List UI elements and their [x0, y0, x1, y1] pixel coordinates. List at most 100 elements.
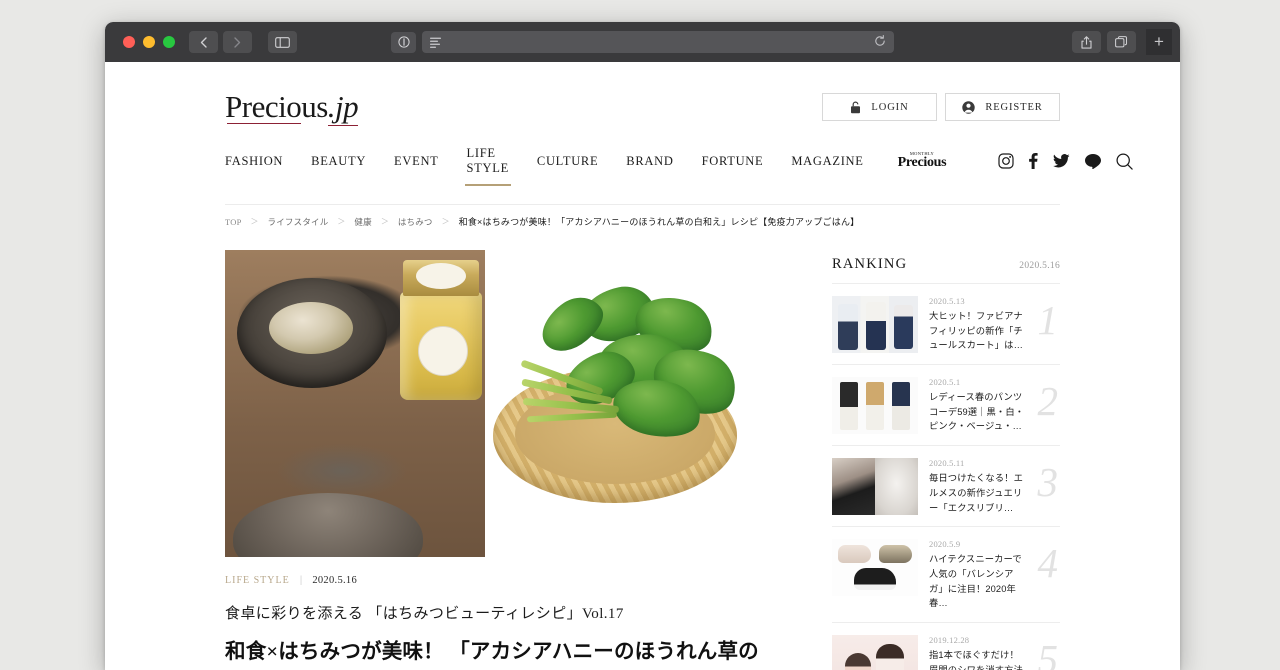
ranking-item-date: 2020.5.9	[929, 539, 961, 550]
ranking-number: 1	[1037, 297, 1059, 343]
site-container: Precious.jp LOGIN REGISTER FASHION BEAUT…	[225, 62, 1134, 670]
list-item[interactable]: 2020.5.13 大ヒット！ファビアナフィリッピの新作「チュールスカート」は……	[832, 283, 1060, 364]
ranking-header: RANKING 2020.5.16	[832, 250, 1060, 273]
ranking-date: 2020.5.16	[1019, 261, 1060, 271]
nav-item-brand[interactable]: BRAND	[612, 144, 687, 178]
ranking-item-title[interactable]: 毎日つけたくなる！エルメスの新作ジュエリー「エクスリブリ…	[929, 471, 1025, 515]
nav-item-beauty[interactable]: BEAUTY	[297, 144, 380, 178]
twitter-icon[interactable]	[1053, 154, 1070, 168]
ranking-thumbnail	[832, 296, 918, 353]
main-navigation: FASHION BEAUTY EVENT LIFE STYLE CULTURE …	[225, 144, 1134, 186]
close-window-button[interactable]	[123, 36, 135, 48]
breadcrumb-separator: ＞	[337, 217, 346, 226]
article-meta: LIFE STYLE | 2020.5.16	[225, 575, 805, 586]
line-icon[interactable]	[1085, 153, 1102, 169]
register-label: REGISTER	[985, 101, 1043, 113]
ranking-item-date: 2020.5.1	[929, 377, 961, 388]
ranking-item-text: 2020.5.13 大ヒット！ファビアナフィリッピの新作「チュールスカート」は…	[929, 296, 1025, 353]
breadcrumb-item-lifestyle[interactable]: ライフスタイル	[268, 216, 329, 228]
breadcrumb-separator: ＞	[380, 217, 389, 226]
tab-overview-icon	[1115, 36, 1128, 48]
ranking-item-date: 2020.5.11	[929, 458, 965, 469]
user-icon	[962, 100, 976, 114]
article-hero-image[interactable]	[225, 250, 745, 557]
facebook-icon[interactable]	[1029, 153, 1038, 169]
toolbar-right-buttons: +	[1072, 29, 1172, 55]
breadcrumb-separator: ＞	[250, 217, 259, 226]
back-button[interactable]	[189, 31, 218, 53]
ranking-item-text: 2020.5.9 ハイテクスニーカーで人気の「バレンシアガ」に注目！2020年春…	[929, 539, 1025, 611]
honey-jar	[400, 260, 482, 400]
honey-jar-front-label	[418, 326, 468, 376]
nav-item-magazine[interactable]: MAGAZINE	[777, 144, 877, 178]
precious-magazine-badge[interactable]: MONTHLY Precious	[897, 151, 947, 171]
hero-spinach-basket	[485, 250, 745, 557]
ranking-item-title[interactable]: 大ヒット！ファビアナフィリッピの新作「チュールスカート」は…	[929, 309, 1025, 353]
login-label: LOGIN	[871, 101, 909, 113]
sidebar-ranking: RANKING 2020.5.16 2020.5.13 大ヒット！ファビアナフィ…	[832, 250, 1060, 670]
ranking-heading: RANKING	[832, 256, 908, 272]
article-category[interactable]: LIFE STYLE	[225, 575, 290, 586]
ranking-thumbnail	[832, 634, 918, 670]
forward-button[interactable]	[223, 31, 252, 53]
ranking-list: 2020.5.13 大ヒット！ファビアナフィリッピの新作「チュールスカート」は……	[832, 283, 1060, 670]
badge-main-text: Precious	[897, 155, 947, 171]
ranking-number: 5	[1037, 635, 1059, 670]
reader-circle-icon	[397, 36, 410, 48]
reader-view-button[interactable]	[391, 31, 416, 53]
logo-suffix-text: .jp	[327, 89, 359, 126]
register-button[interactable]: REGISTER	[945, 93, 1060, 121]
list-item[interactable]: 2020.5.11 毎日つけたくなる！エルメスの新作ジュエリー「エクスリブリ… …	[832, 445, 1060, 526]
toggle-sidebar-button[interactable]	[268, 31, 297, 53]
ranking-item-title[interactable]: レディース春のパンツコーデ59選｜黒・白・ピンク・ベージュ・…	[929, 390, 1025, 434]
browser-titlebar: +	[105, 22, 1180, 62]
ranking-thumbnail	[832, 458, 918, 516]
nav-item-culture[interactable]: CULTURE	[523, 144, 612, 178]
site-header: Precious.jp LOGIN REGISTER	[225, 62, 1060, 126]
nav-item-life-style[interactable]: LIFE STYLE	[453, 144, 523, 186]
minimize-window-button[interactable]	[143, 36, 155, 48]
article-column: LIFE STYLE | 2020.5.16 食卓に彩りを添える 「はちみつビュ…	[225, 250, 805, 670]
chevron-right-icon	[234, 36, 241, 48]
page-settings-icon	[430, 37, 441, 48]
list-item[interactable]: 2020.5.1 レディース春のパンツコーデ59選｜黒・白・ピンク・ベージュ・……	[832, 364, 1060, 445]
spinach-stem	[526, 411, 618, 423]
reload-arrow-icon	[875, 34, 885, 46]
ranking-item-date: 2020.5.13	[929, 296, 965, 306]
chevron-left-icon	[200, 36, 207, 48]
login-button[interactable]: LOGIN	[822, 93, 937, 121]
breadcrumb: TOP ＞ ライフスタイル ＞ 健康 ＞ はちみつ ＞ 和食×はちみつが美味！「…	[225, 204, 1060, 228]
share-button[interactable]	[1072, 31, 1101, 53]
nav-items: FASHION BEAUTY EVENT LIFE STYLE CULTURE …	[225, 144, 878, 186]
breadcrumb-item-honey[interactable]: はちみつ	[398, 216, 433, 228]
address-bar[interactable]	[422, 31, 894, 53]
maximize-window-button[interactable]	[163, 36, 175, 48]
ranking-thumbnail	[832, 539, 918, 597]
ranking-item-title[interactable]: ハイテクスニーカーで人気の「バレンシアガ」に注目！2020年春…	[929, 552, 1025, 611]
ranking-item-text: 2020.5.11 毎日つけたくなる！エルメスの新作ジュエリー「エクスリブリ…	[929, 458, 1025, 515]
nav-item-event[interactable]: EVENT	[380, 144, 452, 178]
share-icon	[1081, 35, 1092, 49]
nav-item-fortune[interactable]: FORTUNE	[688, 144, 778, 178]
breadcrumb-separator: ＞	[441, 217, 450, 226]
nav-item-fashion[interactable]: FASHION	[225, 144, 297, 178]
breadcrumb-item-top[interactable]: TOP	[225, 217, 242, 227]
ranking-thumbnail	[832, 377, 918, 435]
sidebar-icon	[275, 36, 290, 48]
new-tab-button[interactable]: +	[1146, 29, 1172, 55]
page-title: 和食×はちみつが美味！ 「アカシアハニーのほうれん草の白和え」レシピ【免疫力アッ…	[225, 641, 759, 663]
article-subtitle: 食卓に彩りを添える 「はちみつビューティレシピ」Vol.17	[225, 606, 624, 622]
breadcrumb-item-health[interactable]: 健康	[354, 216, 371, 228]
social-links	[998, 152, 1134, 170]
search-icon[interactable]	[1116, 152, 1134, 170]
tab-overview-button[interactable]	[1107, 31, 1136, 53]
reload-icon[interactable]	[874, 34, 886, 50]
list-item[interactable]: 2019.12.28 指1本でほぐすだけ！眉間のシワを消す方法とは？ 5	[832, 621, 1060, 670]
honey-jar-top-label	[416, 263, 466, 289]
list-item[interactable]: 2020.5.9 ハイテクスニーカーで人気の「バレンシアガ」に注目！2020年春…	[832, 526, 1060, 622]
instagram-icon[interactable]	[998, 153, 1014, 169]
ranking-item-text: 2020.5.1 レディース春のパンツコーデ59選｜黒・白・ピンク・ベージュ・…	[929, 377, 1025, 434]
site-logo[interactable]: Precious.jp	[225, 85, 359, 126]
navigation-buttons	[189, 31, 254, 53]
ranking-item-title[interactable]: 指1本でほぐすだけ！眉間のシワを消す方法とは？	[929, 648, 1025, 670]
